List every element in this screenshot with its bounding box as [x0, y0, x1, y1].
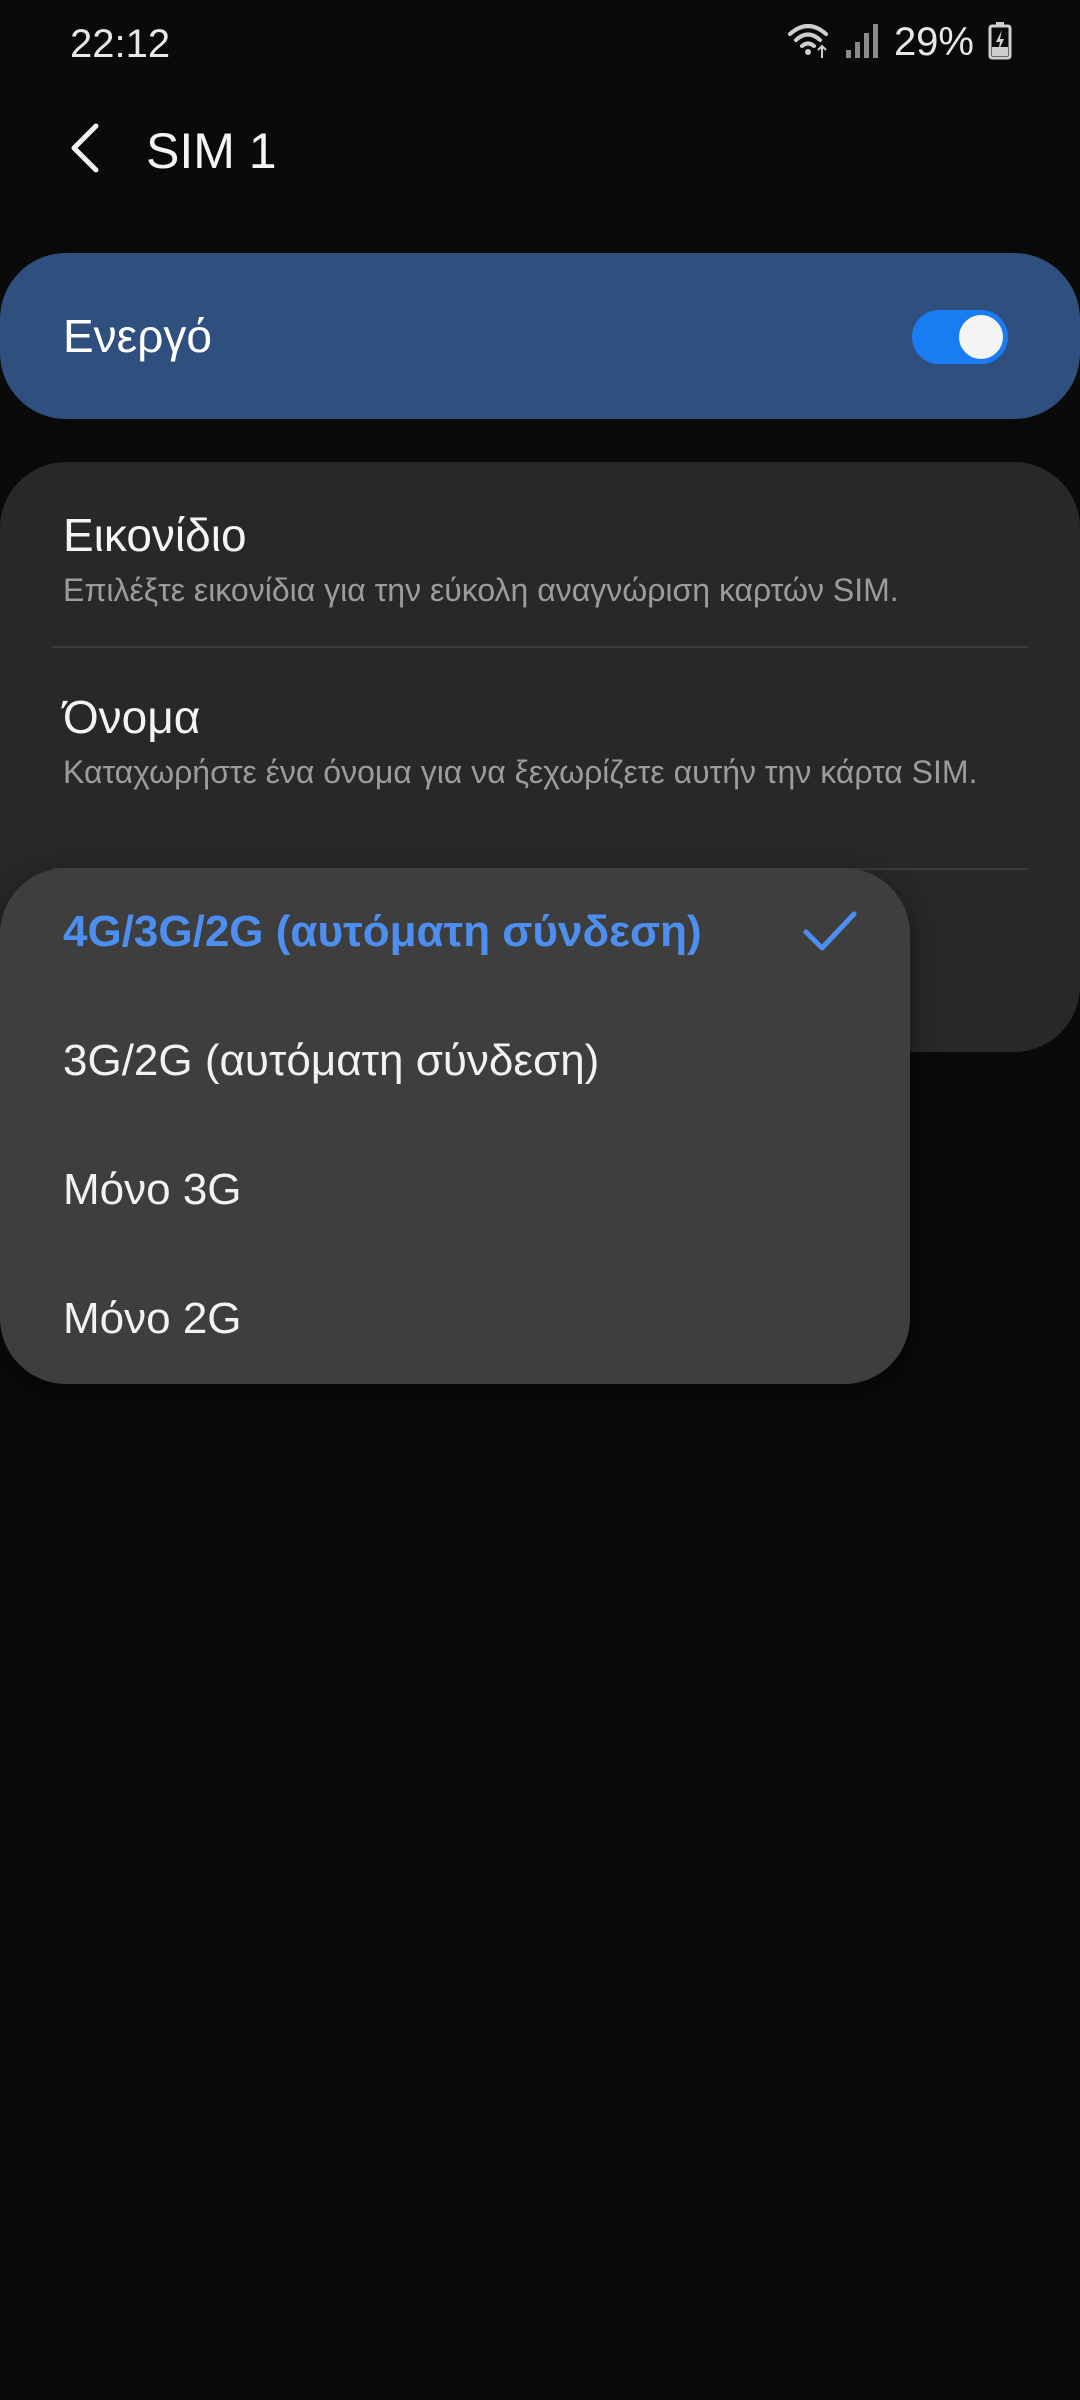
network-mode-popup: 4G/3G/2G (αυτόματη σύνδεση) 3G/2G (αυτόμ… — [0, 868, 910, 1384]
name-setting-title: Όνομα — [63, 691, 201, 743]
chevron-left-icon — [66, 122, 106, 179]
battery-percent: 29% — [893, 20, 974, 64]
checkmark-icon — [800, 902, 860, 962]
name-setting-item[interactable]: Όνομα Καταχωρήστε ένα όνομα για να ξεχωρ… — [63, 688, 1017, 792]
status-icons: 29% — [786, 20, 1012, 65]
option-label: 3G/2G (αυτόματη σύνδεση) — [63, 1036, 600, 1085]
back-button[interactable] — [56, 120, 116, 180]
signal-icon — [844, 20, 880, 65]
icon-setting-subtitle: Επιλέξτε εικονίδια για την εύκολη αναγνώ… — [63, 572, 899, 608]
option-label: Μόνο 2G — [63, 1294, 242, 1343]
network-mode-option-4g-3g-2g[interactable]: 4G/3G/2G (αυτόματη σύνδεση) — [0, 868, 910, 996]
icon-setting-title: Εικονίδιο — [63, 509, 247, 561]
sim-enabled-toggle-row[interactable]: Ενεργό — [0, 253, 1080, 419]
status-time: 22:12 — [70, 22, 171, 66]
wifi-icon — [786, 20, 830, 65]
switch-knob — [957, 313, 1005, 361]
icon-setting-item[interactable]: Εικονίδιο Επιλέξτε εικονίδια για την εύκ… — [63, 506, 1017, 610]
sim-enabled-switch[interactable] — [912, 310, 1008, 364]
network-mode-option-2g-only[interactable]: Μόνο 2G — [0, 1255, 910, 1383]
network-mode-option-3g-only[interactable]: Μόνο 3G — [0, 1126, 910, 1254]
app-bar: SIM 1 — [0, 110, 1080, 190]
status-bar: 22:12 29% — [0, 0, 1080, 90]
toggle-label: Ενεργό — [63, 310, 212, 362]
option-label: 4G/3G/2G (αυτόματη σύνδεση) — [63, 907, 702, 956]
battery-charging-icon — [988, 20, 1012, 65]
network-mode-option-3g-2g[interactable]: 3G/2G (αυτόματη σύνδεση) — [0, 997, 910, 1125]
name-setting-subtitle: Καταχωρήστε ένα όνομα για να ξεχωρίζετε … — [63, 754, 978, 790]
divider — [52, 646, 1028, 648]
page-title: SIM 1 — [146, 123, 277, 179]
option-label: Μόνο 3G — [63, 1165, 242, 1214]
